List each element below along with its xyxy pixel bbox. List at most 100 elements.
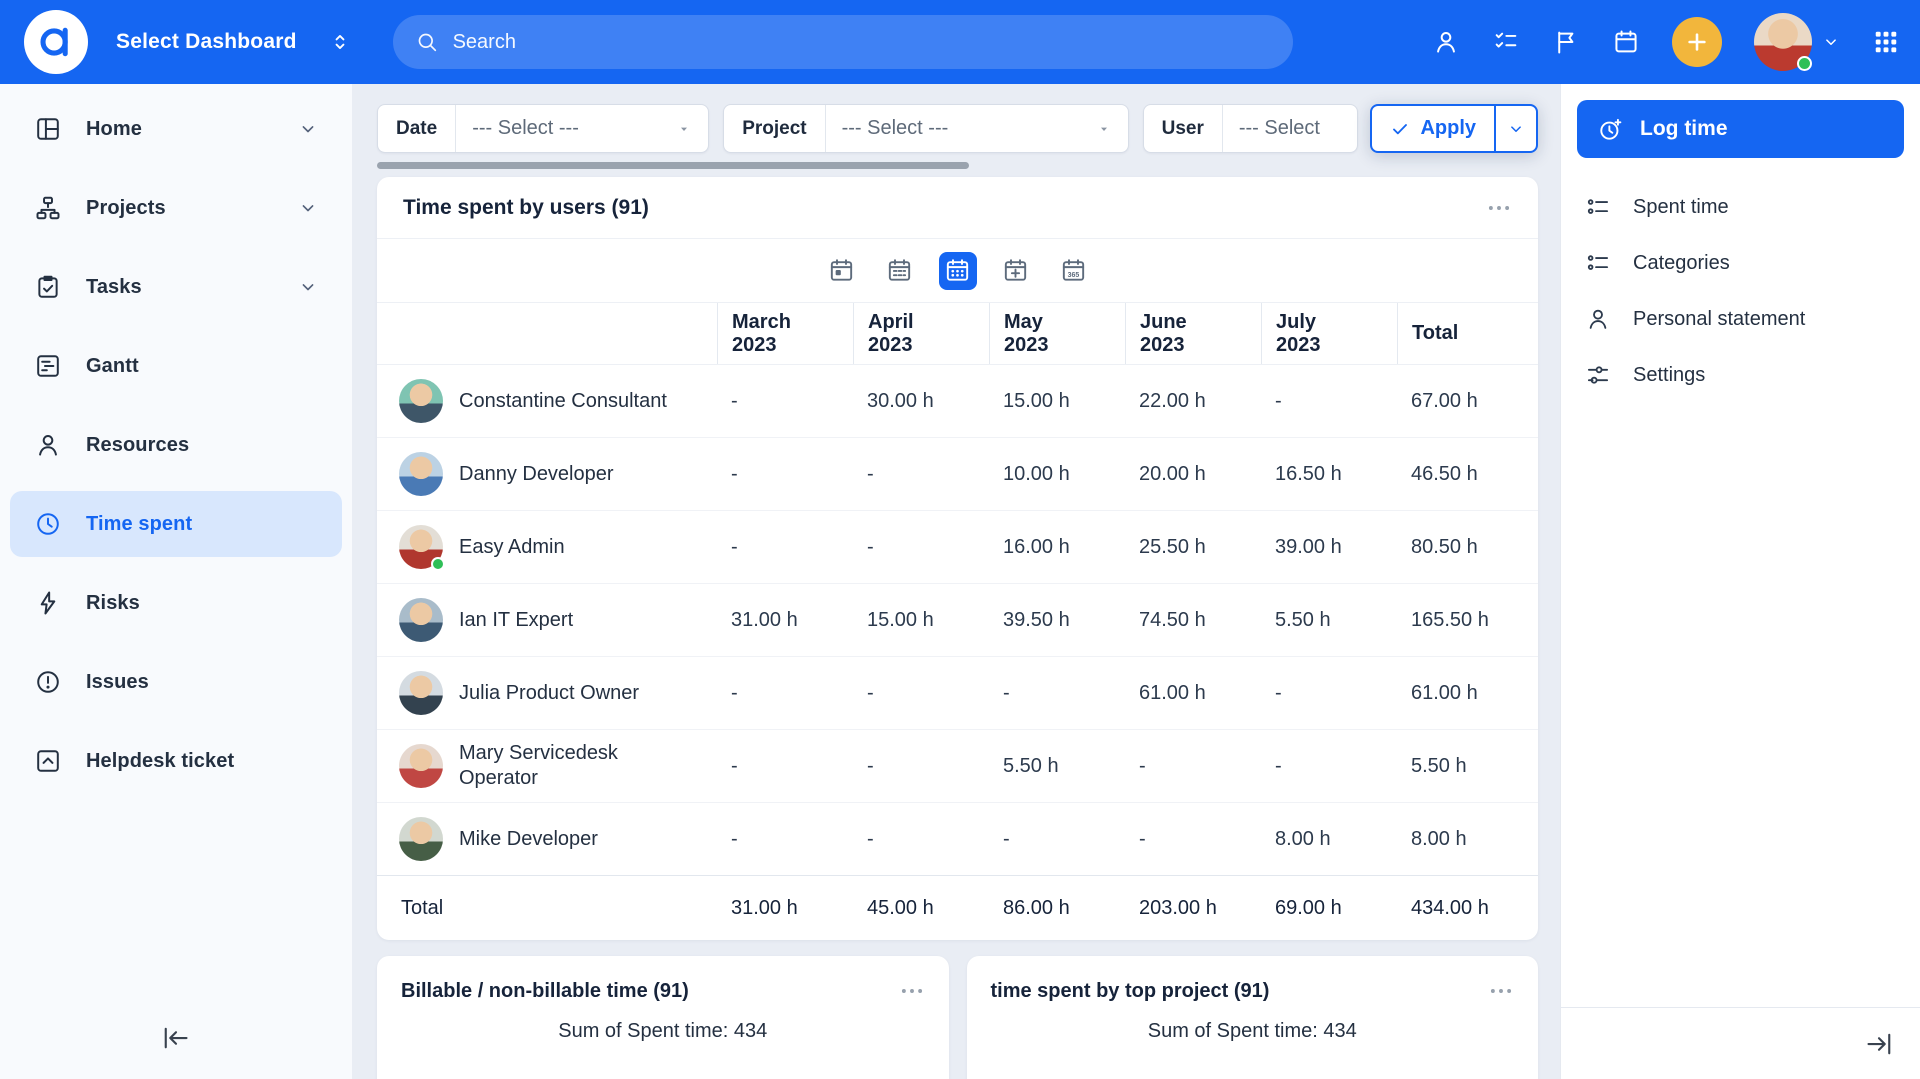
value-cell: 8.00 h: [1397, 828, 1538, 851]
date-filter[interactable]: Date --- Select ---: [377, 104, 709, 153]
value-cell: -: [717, 682, 853, 705]
project-filter-select[interactable]: --- Select ---: [826, 105, 1128, 152]
user-name-cell[interactable]: Easy Admin: [377, 515, 717, 579]
apply-button[interactable]: Apply: [1372, 106, 1494, 151]
right-panel-item-categories[interactable]: Categories: [1577, 238, 1904, 288]
card-summary: Sum of Spent time: 434: [967, 1020, 1539, 1043]
time-spent-card: Time spent by users (91) 365 March2023Ap…: [377, 177, 1538, 940]
user-avatar[interactable]: [1754, 13, 1812, 71]
sidebar-item-helpdesk-ticket[interactable]: Helpdesk ticket: [10, 728, 342, 794]
right-panel-item-personal-statement[interactable]: Personal statement: [1577, 294, 1904, 344]
view-day-button[interactable]: [823, 252, 861, 290]
sidebar-item-issues[interactable]: Issues: [10, 649, 342, 715]
main-content: Date --- Select --- Project --- Select -…: [352, 84, 1560, 1079]
chevron-down-icon: [1507, 120, 1525, 138]
view-quarter-button[interactable]: [997, 252, 1035, 290]
total-value-cell: 434.00 h: [1397, 897, 1538, 920]
updown-icon: [329, 31, 351, 53]
total-value-cell: 86.00 h: [989, 897, 1125, 920]
project-filter[interactable]: Project --- Select ---: [723, 104, 1128, 153]
user-name[interactable]: Ian IT Expert: [459, 608, 573, 633]
value-cell: 10.00 h: [989, 463, 1125, 486]
calendar-icon[interactable]: [1612, 28, 1640, 56]
topbar: Select Dashboard: [0, 0, 1920, 84]
sidebar-item-time-spent[interactable]: Time spent: [10, 491, 342, 557]
view-week-button[interactable]: [881, 252, 919, 290]
right-panel-item-spent-time[interactable]: Spent time: [1577, 182, 1904, 232]
search-input[interactable]: [453, 31, 1271, 54]
total-label: Total: [377, 897, 717, 920]
log-time-button[interactable]: Log time: [1577, 100, 1904, 158]
user-name-cell[interactable]: Constantine Consultant: [377, 369, 717, 433]
cal-day-icon: [828, 257, 855, 284]
view-year-button[interactable]: 365: [1055, 252, 1093, 290]
flag-icon[interactable]: [1552, 28, 1580, 56]
sidebar-item-label: Resources: [86, 434, 189, 457]
right-panel-item-label: Personal statement: [1633, 308, 1805, 331]
card-menu-button[interactable]: [899, 978, 925, 1004]
value-cell: -: [853, 682, 989, 705]
user-filter-select[interactable]: --- Select: [1223, 105, 1358, 152]
apply-dropdown-button[interactable]: [1494, 106, 1536, 151]
right-panel-item-label: Settings: [1633, 364, 1705, 387]
user-filter[interactable]: User --- Select: [1143, 104, 1359, 153]
table-row-ian-it-expert: Ian IT Expert31.00 h15.00 h39.50 h74.50 …: [377, 584, 1538, 657]
table-row-julia-product-owner: Julia Product Owner---61.00 h-61.00 h: [377, 657, 1538, 730]
avatar: [399, 817, 443, 861]
card-menu-button[interactable]: [1488, 978, 1514, 1004]
apps-grid-icon[interactable]: [1872, 28, 1900, 56]
value-cell: -: [1125, 828, 1261, 851]
user-name[interactable]: Danny Developer: [459, 462, 614, 487]
user-name[interactable]: Mary Servicedesk Operator: [459, 741, 691, 791]
list-icon: [1585, 194, 1611, 220]
user-name-cell[interactable]: Julia Product Owner: [377, 661, 717, 725]
dashboard-selector[interactable]: Select Dashboard: [116, 30, 351, 54]
card-menu-button[interactable]: [1486, 195, 1512, 221]
card-title: Time spent by users (91): [403, 196, 649, 220]
sidebar-item-projects[interactable]: Projects: [10, 175, 342, 241]
value-cell: 25.50 h: [1125, 536, 1261, 559]
sidebar-item-risks[interactable]: Risks: [10, 570, 342, 636]
date-filter-select[interactable]: --- Select ---: [456, 105, 708, 152]
user-name-cell[interactable]: Danny Developer: [377, 442, 717, 506]
collapse-panel-icon[interactable]: [1864, 1029, 1894, 1059]
user-name[interactable]: Mike Developer: [459, 827, 598, 852]
tasks-checklist-icon[interactable]: [1492, 28, 1520, 56]
right-panel-item-label: Categories: [1633, 252, 1730, 275]
view-month-button[interactable]: [939, 252, 977, 290]
sidebar-item-home[interactable]: Home: [10, 96, 342, 162]
value-cell: 20.00 h: [1125, 463, 1261, 486]
value-cell: 46.50 h: [1397, 463, 1538, 486]
filter-scrollbar-thumb[interactable]: [377, 162, 969, 169]
user-name[interactable]: Easy Admin: [459, 535, 565, 560]
card-title: time spent by top project (91): [991, 980, 1270, 1003]
cal-year-icon: 365: [1060, 257, 1087, 284]
value-cell: -: [717, 536, 853, 559]
app-logo[interactable]: [24, 10, 88, 74]
right-panel-item-label: Spent time: [1633, 196, 1729, 219]
sidebar-item-gantt[interactable]: Gantt: [10, 333, 342, 399]
person-icon: [34, 431, 62, 459]
quick-add-button[interactable]: [1672, 17, 1722, 67]
tasks-icon: [34, 273, 62, 301]
value-cell: 165.50 h: [1397, 609, 1538, 632]
user-name[interactable]: Julia Product Owner: [459, 681, 639, 706]
dropdown-caret-icon: [1096, 121, 1112, 137]
right-panel-item-settings[interactable]: Settings: [1577, 350, 1904, 400]
table-row-easy-admin: Easy Admin--16.00 h25.50 h39.00 h80.50 h: [377, 511, 1538, 584]
user-name-cell[interactable]: Mary Servicedesk Operator: [377, 731, 717, 801]
avatar-chevron-down-icon[interactable]: [1822, 33, 1840, 51]
user-name[interactable]: Constantine Consultant: [459, 389, 667, 414]
user-icon[interactable]: [1432, 28, 1460, 56]
sidebar-item-resources[interactable]: Resources: [10, 412, 342, 478]
value-cell: 5.50 h: [1397, 755, 1538, 778]
header-cell: May2023: [989, 303, 1125, 364]
list-icon: [1585, 250, 1611, 276]
sidebar-item-tasks[interactable]: Tasks: [10, 254, 342, 320]
user-name-cell[interactable]: Mike Developer: [377, 807, 717, 871]
user-name-cell[interactable]: Ian IT Expert: [377, 588, 717, 652]
total-value-cell: 45.00 h: [853, 897, 989, 920]
value-cell: -: [1261, 755, 1397, 778]
risks-icon: [34, 589, 62, 617]
collapse-sidebar-icon[interactable]: [161, 1023, 191, 1053]
